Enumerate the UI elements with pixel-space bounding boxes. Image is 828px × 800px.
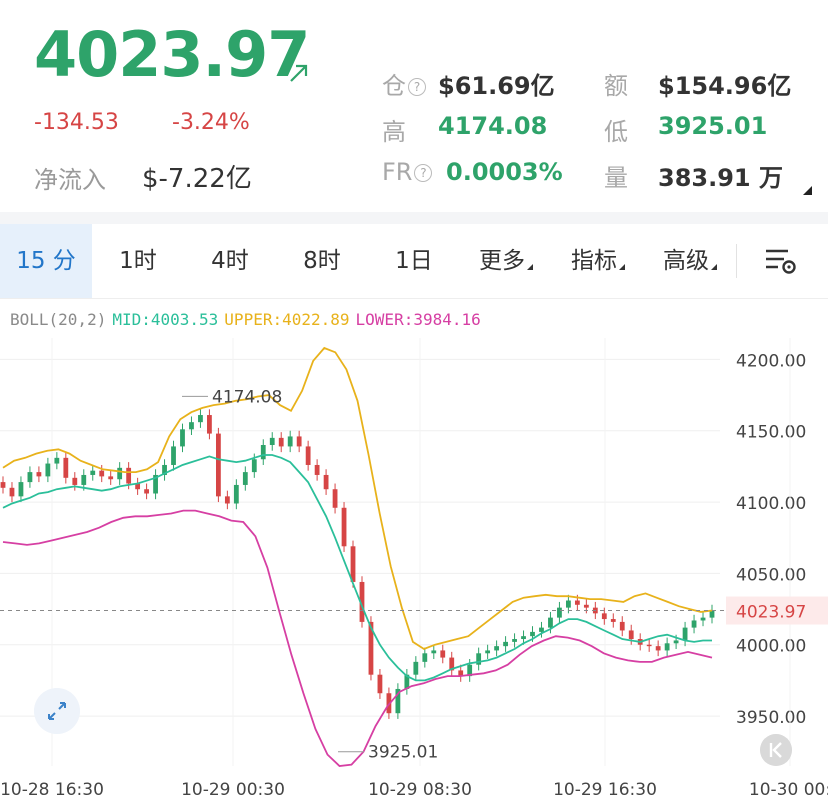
candlestick-chart[interactable]: 4200.00 4150.00 4100.00 4050.00 4000.00 3950.… bbox=[0, 0, 828, 800]
candle-body bbox=[341, 507, 347, 547]
candle-body bbox=[45, 463, 51, 477]
candle-body bbox=[54, 457, 60, 464]
candle-body bbox=[314, 464, 320, 475]
candle-body bbox=[377, 674, 383, 694]
candle-body bbox=[350, 546, 356, 582]
candle-body bbox=[574, 600, 580, 605]
candle-body bbox=[9, 487, 15, 497]
candle-body bbox=[251, 459, 257, 473]
high-marker-label: 4174.08 bbox=[212, 387, 282, 407]
candle-body bbox=[601, 613, 607, 620]
candle-body bbox=[72, 477, 78, 485]
candle-body bbox=[278, 437, 284, 447]
y-tick-label: 3950.00 bbox=[736, 708, 806, 728]
candle-body bbox=[198, 415, 203, 423]
candle-body bbox=[180, 429, 185, 447]
candle-body bbox=[422, 653, 428, 662]
candle-body bbox=[215, 433, 221, 497]
candle-body bbox=[440, 650, 446, 658]
candle-body bbox=[610, 619, 616, 622]
jump-to-latest-icon[interactable] bbox=[760, 734, 792, 766]
y-tick-label: 4000.00 bbox=[736, 637, 806, 657]
candle-body bbox=[655, 646, 661, 651]
candle-body bbox=[539, 627, 544, 632]
expand-icon[interactable] bbox=[34, 688, 80, 734]
candle-body bbox=[431, 650, 437, 654]
candle-body bbox=[90, 470, 96, 475]
last-price-label: 4023.97 bbox=[736, 603, 806, 623]
candle-body bbox=[566, 600, 571, 608]
candle-body bbox=[700, 617, 706, 621]
candle-body bbox=[117, 467, 123, 480]
candle-body bbox=[171, 446, 176, 465]
candle-body bbox=[0, 482, 6, 488]
candle-body bbox=[628, 630, 634, 640]
candle-body bbox=[144, 489, 149, 494]
y-tick-label: 4150.00 bbox=[736, 423, 806, 443]
candle-body bbox=[81, 474, 87, 485]
candle-body bbox=[18, 482, 24, 497]
candle-body bbox=[305, 446, 311, 465]
low-marker-label: 3925.01 bbox=[368, 743, 438, 763]
boll-upper-line bbox=[2, 346, 713, 651]
candle-body bbox=[233, 484, 239, 504]
candle-body bbox=[189, 422, 194, 430]
x-tick-label: 10-30 00: bbox=[749, 780, 828, 800]
candle-body bbox=[126, 467, 132, 484]
candle-body bbox=[503, 641, 508, 647]
candle-body bbox=[224, 496, 230, 504]
candle-body bbox=[557, 607, 562, 618]
candle-body bbox=[619, 621, 625, 631]
candle-body bbox=[269, 437, 275, 445]
candle-body bbox=[691, 620, 697, 628]
candle-body bbox=[682, 627, 688, 641]
candle-body bbox=[332, 489, 338, 508]
candle-body bbox=[548, 617, 553, 628]
x-tick-label: 10-29 08:30 bbox=[368, 780, 472, 800]
candle-body bbox=[242, 472, 248, 485]
candle-body bbox=[287, 436, 293, 447]
candle-body bbox=[673, 640, 679, 644]
candle-body bbox=[521, 636, 526, 640]
candle-body bbox=[296, 436, 302, 447]
candle-body bbox=[583, 604, 589, 608]
candle-body bbox=[323, 474, 329, 490]
candle-body bbox=[512, 639, 517, 642]
candle-body bbox=[530, 631, 535, 637]
candle-body bbox=[664, 643, 670, 651]
y-tick-label: 4100.00 bbox=[736, 494, 806, 514]
x-tick-label: 10-29 00:30 bbox=[181, 780, 285, 800]
y-tick-label: 4050.00 bbox=[736, 565, 806, 585]
candle-body bbox=[646, 644, 652, 647]
boll-lower-line bbox=[2, 509, 713, 767]
candle-body bbox=[27, 472, 33, 483]
candle-body bbox=[207, 415, 212, 434]
candle-body bbox=[494, 646, 500, 651]
candle-body bbox=[99, 470, 105, 477]
candle-body bbox=[108, 476, 114, 480]
x-tick-label: 10-29 16:30 bbox=[553, 780, 657, 800]
candle-body bbox=[413, 661, 419, 675]
candle-body bbox=[260, 445, 266, 460]
candle-body bbox=[485, 650, 491, 654]
candle-body bbox=[36, 472, 42, 477]
y-tick-label: 4200.00 bbox=[736, 351, 806, 371]
boll-mid-line bbox=[2, 454, 712, 682]
x-tick-label: 10-28 16:30 bbox=[0, 780, 104, 800]
candle-body bbox=[63, 457, 69, 478]
